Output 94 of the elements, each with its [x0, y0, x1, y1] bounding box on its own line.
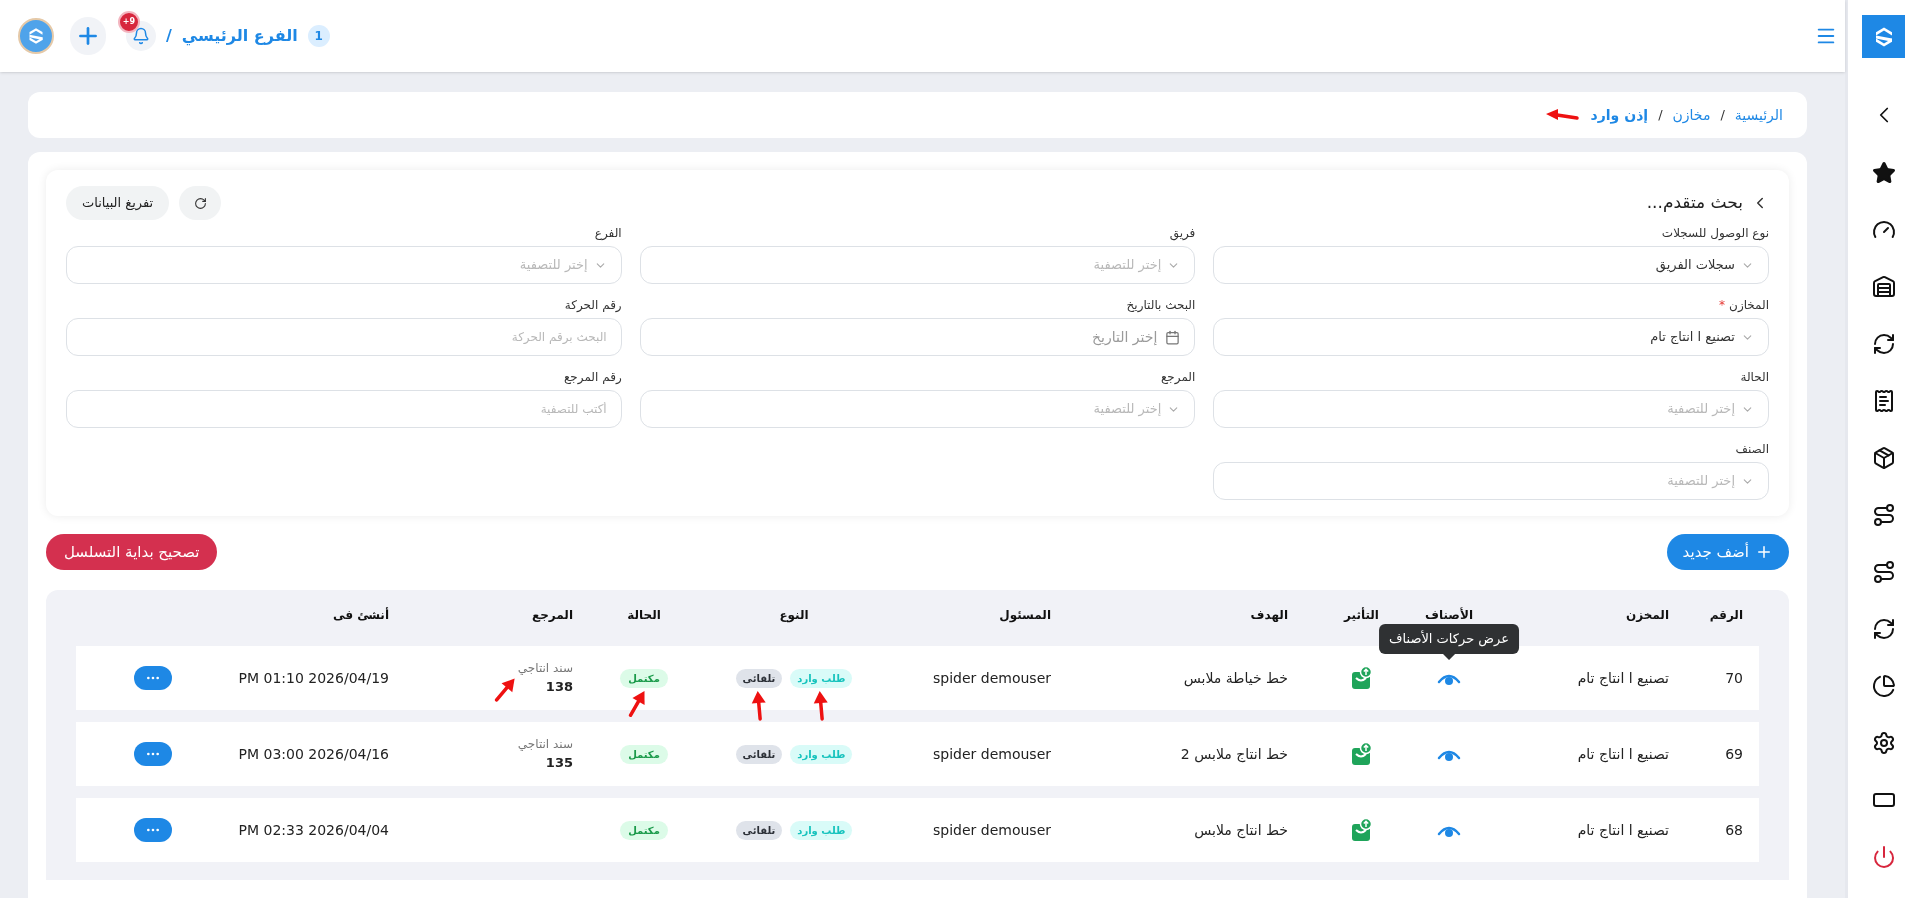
plus-icon [1755, 543, 1773, 561]
reference-number: 138 [545, 678, 573, 697]
bell-icon [132, 27, 150, 45]
field-label: الحالة [1740, 369, 1769, 386]
status-tag: مكتمل [620, 820, 668, 840]
pie-chart-icon[interactable] [1871, 674, 1896, 698]
breadcrumb-link[interactable]: إذن وارد [1590, 104, 1649, 126]
warehouse-icon[interactable] [1871, 275, 1896, 299]
box-upload-icon [1350, 742, 1373, 766]
route-icon[interactable] [1871, 560, 1896, 584]
reference-type: سند انتاجي [517, 736, 573, 754]
calendar-icon [1165, 329, 1181, 345]
star-icon[interactable] [1871, 161, 1896, 185]
reference-type: سند انتاجي [517, 660, 573, 678]
filter-title: بحث متقدم... [1646, 191, 1743, 215]
table-cell-text: تصنيع ا انتاج تام [1577, 668, 1669, 689]
separator: / [166, 25, 172, 47]
table-cell-text: خط انتاج ملابس 2 [1180, 744, 1288, 765]
breadcrumb-separator: / [1658, 106, 1663, 125]
table-cell-text: خط انتاج ملابس [1194, 820, 1288, 841]
breadcrumb-link[interactable]: الرئيسية [1734, 104, 1783, 126]
column-header: المسئول [999, 607, 1051, 624]
refresh-icon[interactable] [1871, 617, 1896, 641]
column-header: الأصناف [1425, 606, 1473, 624]
route-icon[interactable] [1871, 503, 1896, 527]
refresh-button[interactable] [179, 186, 222, 220]
box-upload-icon [1350, 818, 1373, 842]
field-label: الصنف [1735, 441, 1769, 458]
type-tag: طلب وارد [790, 744, 853, 764]
column-header: المرجع [532, 607, 573, 624]
text-field[interactable]: البحث برقم الحركة [66, 318, 622, 356]
add-new-button[interactable]: أضف جديد [1666, 534, 1789, 570]
column-header: المخزن [1625, 607, 1669, 624]
table-cell-text: تصنيع ا انتاج تام [1577, 744, 1669, 765]
annotation-arrow [1544, 108, 1579, 122]
column-header: الحالة [627, 607, 661, 624]
notification-badge: +9 [118, 11, 140, 33]
settings-icon[interactable] [1871, 731, 1896, 755]
required-asterisk: * [1719, 297, 1726, 314]
more-button[interactable] [133, 742, 172, 766]
box-upload-icon [1350, 666, 1373, 690]
status-tag: مكتمل [620, 744, 668, 764]
table-cell-text: تصنيع ا انتاج تام [1577, 820, 1669, 841]
field-label: المخازن [1729, 297, 1769, 314]
breadcrumb-separator: / [1720, 106, 1725, 125]
power-icon[interactable] [1871, 845, 1896, 869]
table-cell-text: خط خياطة ملابس [1183, 668, 1288, 689]
select-field[interactable]: إختر للتصفية [1213, 390, 1769, 428]
branch-name[interactable]: الفرع الرئيسي [181, 24, 298, 48]
select-field[interactable]: سجلات الفريق [1213, 246, 1769, 284]
field-label: رقم المرجع [564, 369, 622, 386]
column-header: الرقم [1709, 607, 1743, 624]
table-cell-text: 68 [1725, 820, 1743, 840]
logo-tile[interactable] [1862, 15, 1905, 58]
date-field[interactable]: إختر التاريخ [639, 318, 1196, 356]
add-button[interactable] [70, 17, 106, 55]
type-tag: طلب وارد [790, 820, 853, 840]
select-field[interactable]: إختر للتصفية [1213, 462, 1769, 500]
column-header: النوع [779, 607, 809, 624]
type-tag: تلقائى [735, 744, 783, 764]
select-field[interactable]: إختر للتصفية [639, 390, 1196, 428]
table-cell-text: PM 03:00 2026/04/16 [238, 744, 389, 764]
package-icon[interactable] [1871, 446, 1896, 470]
refresh-icon [193, 196, 207, 210]
table-cell-text: 70 [1725, 668, 1743, 688]
table-cell-text: spider demouser [933, 744, 1051, 764]
fix-sequence-button[interactable]: تصحيح بداية التسلسل [46, 534, 218, 570]
field-label: رقم الحركة [564, 297, 622, 314]
field-label: البحث بالتاريخ [1126, 297, 1196, 314]
refresh-icon[interactable] [1871, 332, 1896, 356]
field-label: الفرع [594, 225, 622, 242]
select-field[interactable]: تصنيع ا انتاج تام [1213, 318, 1769, 356]
table-cell-text: PM 02:33 2026/04/04 [238, 820, 389, 840]
branch-number-badge: 1 [307, 25, 330, 47]
tooltip: عرض حركات الأصناف [1379, 624, 1519, 660]
column-header: التأثير [1344, 606, 1379, 624]
type-tag: تلقائى [735, 820, 783, 840]
clear-data-button[interactable]: تفريغ البيانات [66, 186, 170, 220]
reference-number: 135 [545, 754, 573, 773]
table-cell-text: spider demouser [933, 820, 1051, 840]
select-field[interactable]: إختر للتصفية [639, 246, 1196, 284]
table-cell-text: spider demouser [933, 668, 1051, 688]
table-cell-text: PM 01:10 2026/04/19 [238, 668, 389, 688]
logo-avatar[interactable] [18, 18, 54, 54]
breadcrumb-link[interactable]: مخازن [1672, 104, 1711, 126]
select-field[interactable]: إختر للتصفية [66, 246, 622, 284]
field-label: فريق [1169, 225, 1196, 242]
more-button[interactable] [133, 818, 172, 842]
more-button[interactable] [133, 666, 172, 690]
field-label: نوع الوصول للسجلات [1661, 225, 1769, 242]
table-cell-text: 69 [1725, 744, 1743, 764]
column-header: أنشئ فى [333, 606, 389, 624]
field-label: المرجع [1161, 369, 1196, 386]
column-header: الهدف [1250, 607, 1288, 624]
